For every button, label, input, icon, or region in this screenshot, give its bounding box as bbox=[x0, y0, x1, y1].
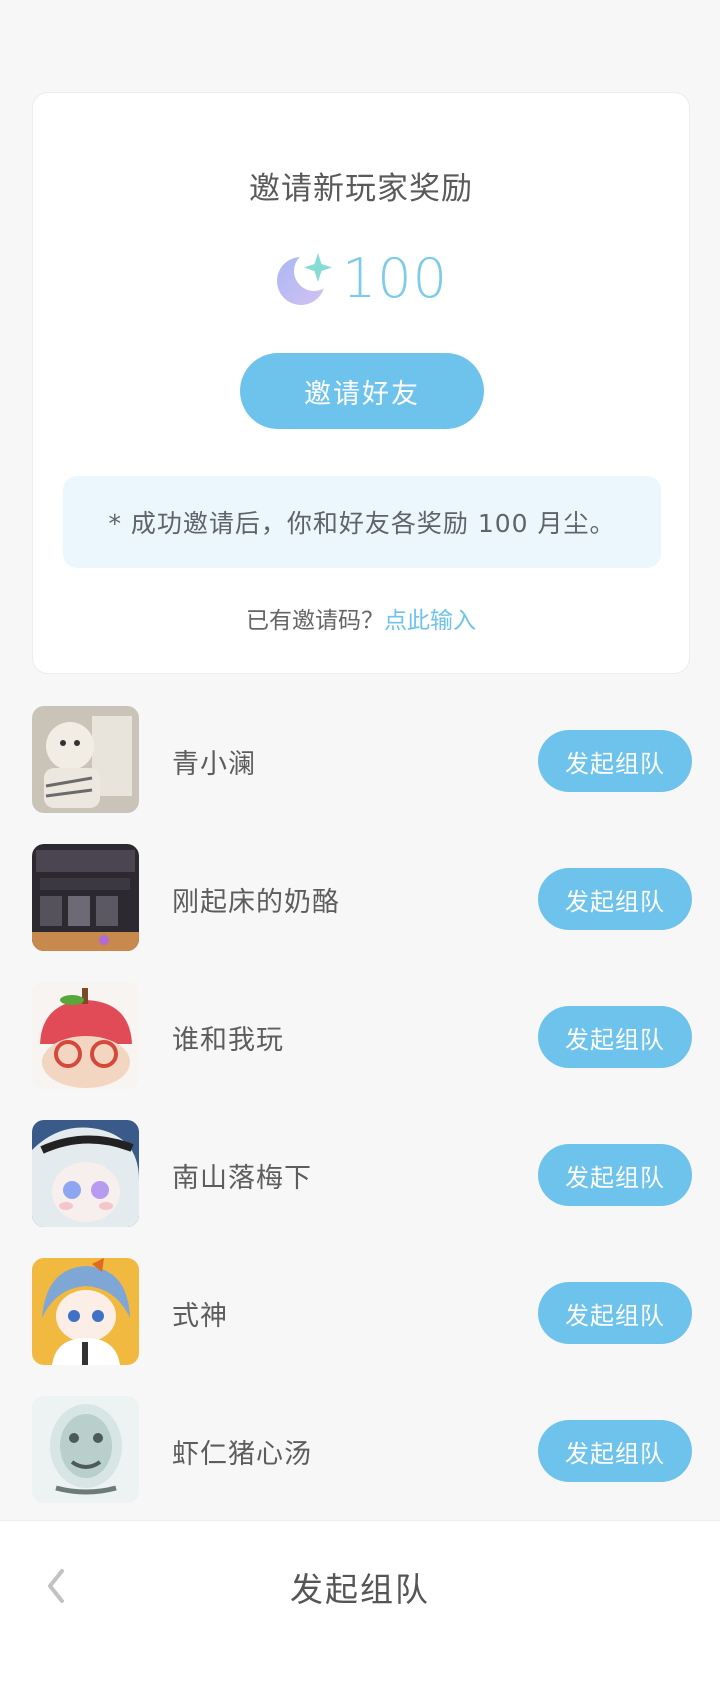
friend-row: 谁和我玩 发起组队 bbox=[0, 982, 720, 1120]
friend-name: 虾仁猪心汤 bbox=[172, 1439, 312, 1470]
friend-row: 虾仁猪心汤 发起组队 bbox=[0, 1396, 720, 1534]
reward-amount: 100 bbox=[341, 246, 449, 310]
start-team-button[interactable]: 发起组队 bbox=[538, 730, 692, 792]
start-team-button[interactable]: 发起组队 bbox=[538, 868, 692, 930]
friend-name: 谁和我玩 bbox=[172, 1025, 284, 1056]
avatar[interactable] bbox=[32, 1258, 139, 1365]
moon-star-icon bbox=[276, 251, 334, 305]
start-team-button[interactable]: 发起组队 bbox=[538, 1006, 692, 1068]
page-title: 发起组队 bbox=[290, 1570, 430, 1609]
avatar[interactable] bbox=[32, 706, 139, 813]
start-team-button[interactable]: 发起组队 bbox=[538, 1282, 692, 1344]
friend-name: 南山落梅下 bbox=[172, 1163, 312, 1194]
invite-notice: * 成功邀请后，你和好友各奖励 100 月尘。 bbox=[63, 476, 661, 568]
friend-row: 刚起床的奶酪 发起组队 bbox=[0, 844, 720, 982]
invite-card: 邀请新玩家奖励 100 邀请好友 * 成功邀请后，你和好友各奖励 100 月尘。… bbox=[32, 92, 690, 674]
friend-list: 青小澜 发起组队 刚起床的奶酪 发起组队 谁和我玩 发起组队 南山落梅下 发起组… bbox=[0, 706, 720, 1534]
avatar[interactable] bbox=[32, 1396, 139, 1503]
invite-title: 邀请新玩家奖励 bbox=[249, 171, 473, 207]
friend-row: 南山落梅下 发起组队 bbox=[0, 1120, 720, 1258]
avatar[interactable] bbox=[32, 844, 139, 951]
start-team-button[interactable]: 发起组队 bbox=[538, 1420, 692, 1482]
friend-name: 式神 bbox=[172, 1301, 228, 1332]
reward-row: 100 bbox=[33, 243, 689, 313]
invite-code-row: 已有邀请码？点此输入 bbox=[33, 601, 689, 635]
friend-row: 式神 发起组队 bbox=[0, 1258, 720, 1396]
friend-name: 刚起床的奶酪 bbox=[172, 887, 340, 918]
avatar[interactable] bbox=[32, 982, 139, 1089]
enter-invite-code-link[interactable]: 点此输入 bbox=[384, 608, 476, 634]
invite-code-question: 已有邀请码？ bbox=[246, 608, 384, 634]
start-team-button[interactable]: 发起组队 bbox=[538, 1144, 692, 1206]
invite-friends-button[interactable]: 邀请好友 bbox=[240, 353, 484, 429]
friend-name: 青小澜 bbox=[172, 749, 256, 780]
friend-row: 青小澜 发起组队 bbox=[0, 706, 720, 844]
bottom-bar: 发起组队 bbox=[0, 1520, 720, 1689]
avatar[interactable] bbox=[32, 1120, 139, 1227]
